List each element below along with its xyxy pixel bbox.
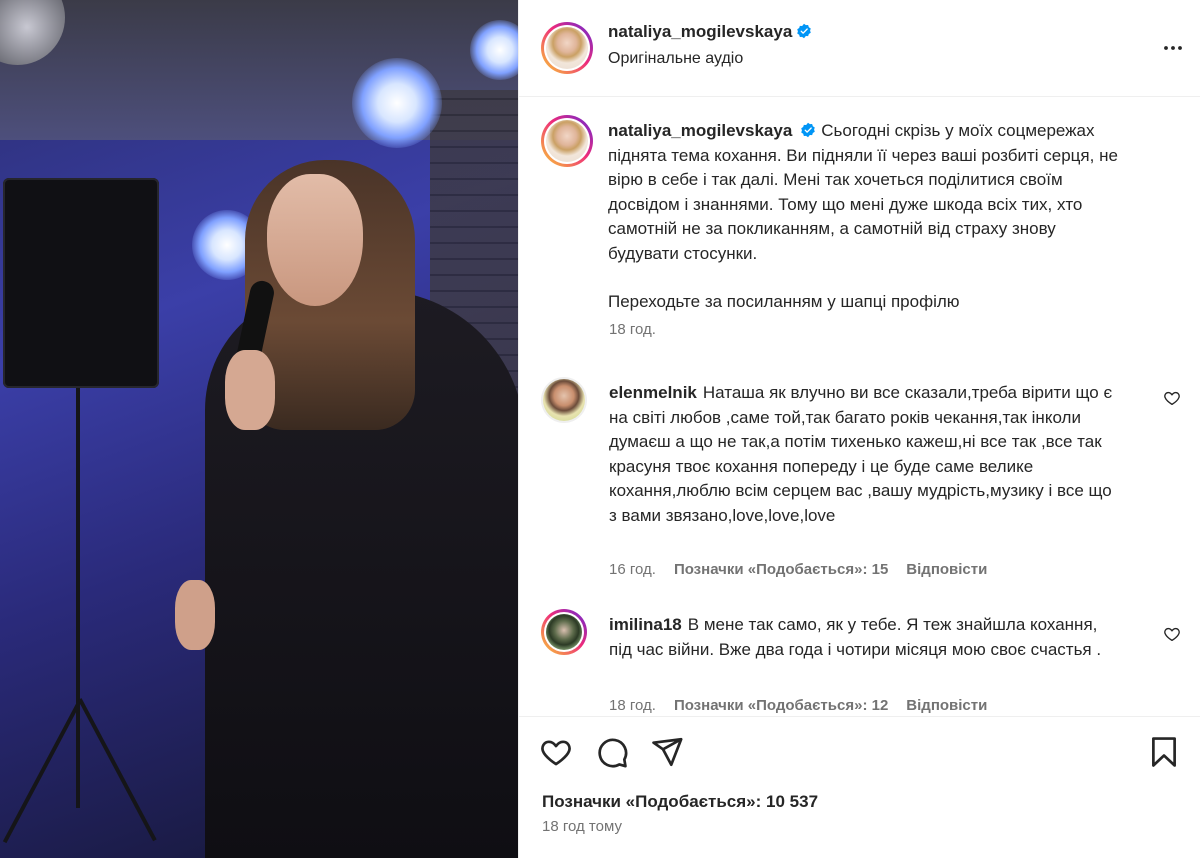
singer-face [267, 174, 363, 306]
caption-link-line: Переходьте за посиланням у шапці профілю [608, 292, 960, 311]
caption-time[interactable]: 18 год. [609, 321, 656, 338]
comment-text: Наташа як влучно ви все сказали,треба ві… [609, 383, 1113, 525]
comment-time[interactable]: 16 год. [609, 561, 656, 578]
post-media[interactable] [0, 0, 518, 858]
post-panel: nataliya_mogilevskaya Оригінальне аудіо … [518, 0, 1200, 858]
post-time-ago[interactable]: 18 год тому [542, 818, 622, 835]
comment-time[interactable]: 18 год. [609, 697, 656, 714]
audio-label[interactable]: Оригінальне аудіо [608, 50, 743, 68]
comment-reply-button[interactable]: Відповісти [906, 697, 987, 714]
comment-icon[interactable] [595, 735, 629, 769]
comment-likes[interactable]: Позначки «Подобається»: 15 [674, 561, 888, 578]
caption-username[interactable]: nataliya_mogilevskaya [608, 121, 792, 140]
comment-likes[interactable]: Позначки «Подобається»: 12 [674, 697, 888, 714]
comment-like-icon[interactable] [1163, 389, 1181, 407]
more-options-icon[interactable] [1161, 36, 1185, 60]
singer-hand [225, 350, 275, 430]
comment-text: В мене так само, як у тебе. Я теж знайшл… [609, 615, 1102, 659]
post-caption: nataliya_mogilevskaya Сьогодні скрізь у м… [608, 119, 1128, 315]
commenter-avatar[interactable] [541, 609, 587, 655]
stage-light [352, 58, 442, 148]
action-bar: Позначки «Подобається»: 10 537 18 год то… [519, 716, 1200, 859]
singer [175, 160, 518, 858]
post-header: nataliya_mogilevskaya Оригінальне аудіо [519, 0, 1200, 97]
post-likes-count[interactable]: Позначки «Подобається»: 10 537 [542, 792, 818, 812]
caption-text: Сьогодні скрізь у моїх соцмережах піднят… [608, 121, 1118, 263]
comment-body: imilina18 В мене так само, як у тебе. Я т… [609, 613, 1119, 662]
verified-badge-icon [801, 122, 816, 138]
comment-meta: 16 год. Позначки «Подобається»: 15 Відпові… [609, 561, 1005, 578]
singer-hand [175, 580, 215, 650]
author-username[interactable]: nataliya_mogilevskaya [608, 22, 792, 41]
speaker-stand-leg [2, 700, 82, 844]
comment-meta: 18 год. Позначки «Подобається»: 12 Відпові… [609, 697, 1005, 714]
speaker-stand [76, 388, 80, 808]
comments-scroll[interactable]: nataliya_mogilevskaya Сьогодні скрізь у м… [519, 97, 1200, 715]
speaker [3, 178, 159, 388]
caption-author-avatar[interactable] [541, 115, 593, 167]
comment-like-icon[interactable] [1163, 625, 1181, 643]
comment-username[interactable]: imilina18 [609, 615, 682, 634]
speaker-stand-leg [78, 698, 157, 842]
author-name-row: nataliya_mogilevskaya [608, 22, 812, 42]
heart-icon[interactable] [539, 735, 573, 769]
verified-badge-icon [797, 23, 812, 39]
comment-reply-button[interactable]: Відповісти [906, 561, 987, 578]
comment-body: elenmelnik Наташа як влучно ви все сказал… [609, 381, 1119, 528]
comment-username[interactable]: elenmelnik [609, 383, 697, 402]
author-avatar[interactable] [541, 22, 593, 74]
share-icon[interactable] [650, 735, 684, 769]
bookmark-icon[interactable] [1147, 735, 1181, 769]
commenter-avatar[interactable] [541, 377, 587, 423]
